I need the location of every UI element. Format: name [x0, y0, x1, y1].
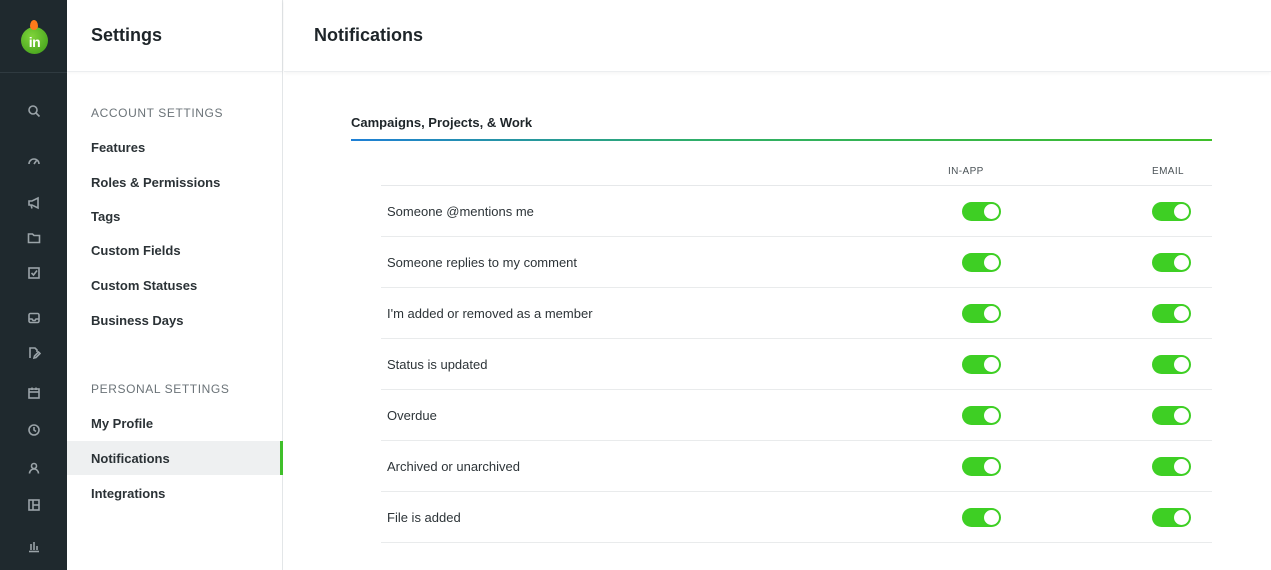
in-app-toggle[interactable] [962, 355, 1001, 374]
toggle-knob [1174, 255, 1189, 270]
toggle-knob [984, 357, 999, 372]
sidebar-item-custom-statuses[interactable]: Custom Statuses [67, 268, 283, 302]
email-toggle[interactable] [1152, 508, 1191, 527]
toggle-knob [1174, 204, 1189, 219]
notification-label: Someone @mentions me [387, 204, 534, 219]
sidebar-item-my-profile[interactable]: My Profile [67, 406, 283, 440]
table-row: I'm added or removed as a member [381, 288, 1212, 339]
folder-icon[interactable] [24, 228, 44, 248]
toggle-knob [1174, 459, 1189, 474]
table-row: Overdue [381, 390, 1212, 441]
toggle-knob [984, 306, 999, 321]
column-header-email: EMAIL [1152, 166, 1185, 177]
table-row: Archived or unarchived [381, 441, 1212, 492]
in-app-toggle[interactable] [962, 406, 1001, 425]
toggle-knob [1174, 408, 1189, 423]
toggle-knob [1174, 306, 1189, 321]
logo-text: in [28, 33, 41, 50]
notification-label: Overdue [387, 408, 437, 423]
logo-flame-icon [30, 20, 38, 30]
toggle-knob [984, 408, 999, 423]
toggle-knob [984, 255, 999, 270]
personal-settings-label: PERSONAL SETTINGS [91, 382, 230, 396]
inbox-icon[interactable] [24, 308, 44, 328]
email-toggle[interactable] [1152, 304, 1191, 323]
sidebar-item-notifications[interactable]: Notifications [67, 441, 283, 475]
toggle-knob [984, 510, 999, 525]
toggle-knob [984, 204, 999, 219]
toggle-knob [984, 459, 999, 474]
sidebar-item-features[interactable]: Features [67, 130, 283, 164]
calendar-icon[interactable] [24, 383, 44, 403]
document-edit-icon[interactable] [24, 343, 44, 363]
app-logo[interactable]: in [21, 20, 48, 54]
email-toggle[interactable] [1152, 202, 1191, 221]
clock-icon[interactable] [24, 420, 44, 440]
toggle-knob [1174, 510, 1189, 525]
column-header-in-app: IN-APP [948, 166, 984, 177]
sidebar-item-integrations[interactable]: Integrations [67, 476, 283, 510]
table-row: Someone replies to my comment [381, 237, 1212, 288]
email-toggle[interactable] [1152, 355, 1191, 374]
megaphone-icon[interactable] [24, 193, 44, 213]
notification-label: Status is updated [387, 357, 488, 372]
sidebar-item-roles-permissions[interactable]: Roles & Permissions [67, 165, 283, 199]
checkbox-icon[interactable] [24, 263, 44, 283]
notification-label: Someone replies to my comment [387, 255, 578, 270]
notification-label: I'm added or removed as a member [387, 306, 593, 321]
dashboard-icon[interactable] [24, 151, 44, 171]
email-toggle[interactable] [1152, 253, 1191, 272]
in-app-toggle[interactable] [962, 457, 1001, 476]
table-row: Someone @mentions me [381, 186, 1212, 237]
sidebar-item-custom-fields[interactable]: Custom Fields [67, 233, 283, 267]
in-app-toggle[interactable] [962, 202, 1001, 221]
settings-sidebar: Settings ACCOUNT SETTINGS Features Roles… [67, 0, 283, 570]
user-icon[interactable] [24, 458, 44, 478]
bar-chart-icon[interactable] [24, 536, 44, 556]
in-app-toggle[interactable] [962, 508, 1001, 527]
in-app-toggle[interactable] [962, 304, 1001, 323]
in-app-toggle[interactable] [962, 253, 1001, 272]
page-title: Notifications [284, 0, 1271, 72]
sidebar-title: Settings [67, 0, 282, 72]
account-settings-label: ACCOUNT SETTINGS [91, 106, 224, 120]
section-underline [351, 139, 1212, 141]
notification-label: File is added [387, 510, 461, 525]
search-icon[interactable] [24, 101, 44, 121]
rail-divider [0, 72, 67, 73]
sidebar-item-tags[interactable]: Tags [67, 199, 283, 233]
table-row: File is added [381, 492, 1212, 543]
table-row: Status is updated [381, 339, 1212, 390]
toggle-knob [1174, 357, 1189, 372]
section-tab-campaigns[interactable]: Campaigns, Projects, & Work [351, 115, 532, 130]
notification-label: Archived or unarchived [387, 459, 520, 474]
sidebar-item-business-days[interactable]: Business Days [67, 303, 283, 337]
icon-rail: in [0, 0, 67, 570]
email-toggle[interactable] [1152, 457, 1191, 476]
email-toggle[interactable] [1152, 406, 1191, 425]
layout-icon[interactable] [24, 495, 44, 515]
